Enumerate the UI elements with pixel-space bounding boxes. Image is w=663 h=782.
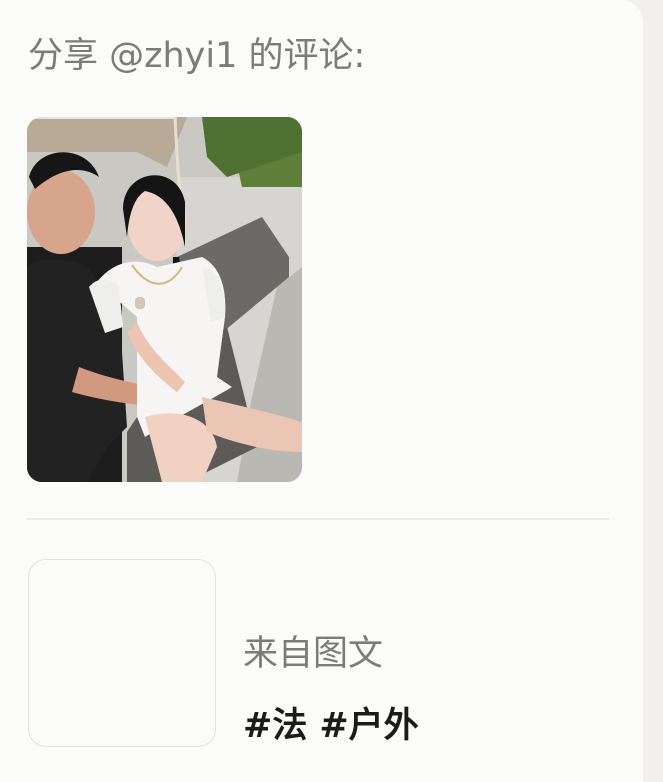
photo-image: [27, 117, 302, 482]
source-thumbnail[interactable]: [28, 559, 216, 747]
source-label[interactable]: 来自图文: [243, 630, 383, 678]
share-card: 分享 @zhyi1 的评论: 来自图文 #法 #户外: [0, 0, 643, 782]
topic-tags: #法 #户外: [243, 700, 431, 752]
tag-outdoor[interactable]: #户外: [319, 700, 418, 752]
tag-fa[interactable]: #法: [243, 700, 307, 752]
share-title: 分享 @zhyi1 的评论:: [28, 36, 366, 76]
comment-photo[interactable]: [27, 117, 302, 482]
section-divider: [27, 518, 609, 520]
